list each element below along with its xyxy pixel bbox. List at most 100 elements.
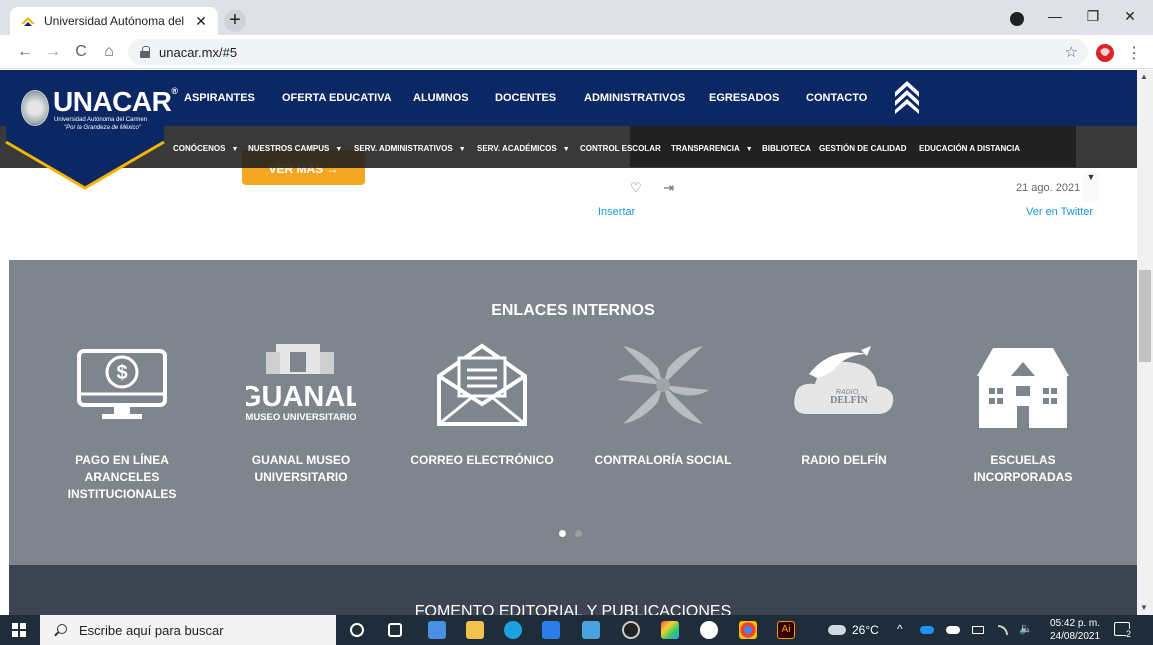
carousel-dot-active[interactable]: [559, 530, 566, 537]
mail-icon[interactable]: [582, 621, 600, 639]
file-explorer-icon[interactable]: [466, 621, 484, 639]
wifi-icon[interactable]: [998, 625, 1008, 635]
svg-text:DELFÍN: DELFÍN: [830, 394, 869, 406]
browser-tabstrip: Universidad Autónoma del Carme ✕ + — ❐ ✕: [0, 0, 1153, 35]
browser-tab[interactable]: Universidad Autónoma del Carme ✕: [10, 7, 218, 35]
enlaces-internos-section: ENLACES INTERNOS $ GUANAL MUSEO UNIVERSI…: [9, 260, 1137, 565]
nav-contacto[interactable]: CONTACTO: [806, 92, 867, 104]
nav-egresados[interactable]: EGRESADOS: [709, 92, 779, 104]
dropdown-caret-icon: ▼: [335, 146, 343, 153]
envelope-icon[interactable]: [435, 342, 529, 428]
logo-motto: "Por la Grandeza de México": [64, 125, 141, 131]
maximize-button[interactable]: ❐: [1078, 8, 1108, 25]
scroll-up-icon[interactable]: ▲: [1140, 72, 1148, 81]
subnav-transparencia[interactable]: TRANSPARENCIA ▼: [671, 144, 753, 153]
link-correo-electronico[interactable]: CORREO ELECTRÓNICO: [407, 452, 557, 469]
home-button[interactable]: ⌂: [98, 41, 120, 63]
svg-text:$: $: [116, 362, 127, 384]
taskbar-clock[interactable]: 05:42 p. m. 24/08/2021: [1050, 617, 1100, 643]
browser-menu-icon[interactable]: ⋮: [1126, 43, 1142, 63]
radio-dolphin-icon[interactable]: RADIO DELFÍN: [791, 344, 897, 424]
new-tab-button[interactable]: +: [224, 10, 246, 32]
cortana-icon[interactable]: [350, 623, 364, 637]
nav-docentes[interactable]: DOCENTES: [495, 92, 556, 104]
share-icon[interactable]: ⇥: [663, 180, 674, 195]
close-window-button[interactable]: ✕: [1115, 8, 1145, 25]
notifications-count: 2: [1126, 629, 1132, 639]
tweet-embed-link[interactable]: Insertar: [598, 206, 635, 218]
onedrive-icon[interactable]: [920, 626, 934, 634]
tweet-scroll-down-icon[interactable]: ▼: [1083, 172, 1099, 202]
reload-button[interactable]: C: [70, 41, 92, 63]
link-pago-en-linea[interactable]: PAGO EN LÍNEA ARANCELES INSTITUCIONALES: [47, 452, 197, 503]
illustrator-icon[interactable]: Ai: [777, 621, 795, 639]
unacar-favicon-icon: [21, 17, 35, 26]
school-building-icon[interactable]: [973, 342, 1073, 430]
profile-icon[interactable]: [1010, 12, 1024, 26]
bookmark-star-icon[interactable]: ☆: [1065, 43, 1078, 61]
subnav-conocenos[interactable]: CONÓCENOS ▼: [173, 144, 238, 153]
nav-oferta-educativa[interactable]: OFERTA EDUCATIVA: [282, 92, 392, 104]
dropdown-caret-icon: ▼: [562, 146, 570, 153]
guanal-museum-icon[interactable]: GUANAL MUSEO UNIVERSITARIO: [246, 338, 356, 426]
subnav-control-escolar[interactable]: CONTROL ESCOLAR: [580, 144, 661, 153]
url-text[interactable]: unacar.mx/#5: [159, 45, 237, 60]
subnav-serv-academicos[interactable]: SERV. ACADÉMICOS ▼: [477, 144, 570, 153]
link-guanal-museo[interactable]: GUANAL MUSEO UNIVERSITARIO: [226, 452, 376, 486]
carousel-dot[interactable]: [575, 530, 582, 537]
task-view-icon[interactable]: [388, 623, 402, 637]
subnav-nuestros-campus[interactable]: NUESTROS CAMPUS ▼: [248, 144, 342, 153]
fomento-section: FOMENTO EDITORIAL Y PUBLICACIONES: [9, 565, 1137, 615]
scroll-thumb[interactable]: [1139, 270, 1151, 362]
subnav-educacion-a-distancia[interactable]: EDUCACIÓN A DISTANCIA: [919, 144, 1020, 153]
svg-text:GUANAL: GUANAL: [246, 381, 356, 413]
payment-monitor-icon[interactable]: $: [74, 346, 170, 426]
back-button[interactable]: ←: [14, 41, 36, 63]
weather-cloud-icon[interactable]: [828, 625, 846, 635]
tab-close-icon[interactable]: ✕: [192, 13, 210, 30]
address-bar[interactable]: unacar.mx/#5 ☆: [128, 39, 1088, 65]
taskbar-search-box[interactable]: Escribe aquí para buscar: [40, 615, 336, 645]
search-placeholder: Escribe aquí para buscar: [79, 622, 224, 638]
logo-text[interactable]: UNACAR®: [53, 86, 178, 118]
subnav-serv-administrativos[interactable]: SERV. ADMINISTRATIVOS ▼: [354, 144, 466, 153]
store-icon[interactable]: [542, 621, 560, 639]
carousel-dots: [559, 524, 591, 542]
battery-icon[interactable]: [972, 626, 984, 634]
search-icon: [54, 623, 67, 637]
camera-app-icon[interactable]: [622, 621, 640, 639]
lock-icon[interactable]: [140, 46, 150, 58]
minimize-button[interactable]: —: [1040, 8, 1070, 24]
pen-app-icon[interactable]: [428, 621, 446, 639]
volume-icon[interactable]: 🔈: [1019, 622, 1033, 635]
photos-app-icon[interactable]: [661, 621, 679, 639]
chevrons-up-icon[interactable]: [893, 78, 921, 114]
edge-icon[interactable]: [504, 621, 522, 639]
logo-subtitle: Universidad Autónoma del Carmen: [54, 117, 148, 123]
dropdown-caret-icon: ▼: [745, 146, 753, 153]
onedrive-personal-icon[interactable]: [946, 626, 960, 634]
nav-administrativos[interactable]: ADMINISTRATIVOS: [584, 92, 685, 104]
forward-button[interactable]: →: [42, 41, 64, 63]
chrome-icon[interactable]: [739, 621, 757, 639]
like-icon[interactable]: ♡: [630, 180, 642, 195]
windows-start-icon[interactable]: [12, 623, 26, 637]
clock-time: 05:42 p. m.: [1050, 618, 1101, 629]
weather-temperature[interactable]: 26°C: [852, 623, 879, 637]
link-contraloria-social[interactable]: CONTRALORÍA SOCIAL: [588, 452, 738, 469]
scroll-down-icon[interactable]: ▼: [1140, 603, 1148, 612]
link-radio-delfin[interactable]: RADIO DELFÍN: [769, 452, 919, 469]
page-scrollbar[interactable]: ▲ ▼: [1137, 70, 1153, 615]
clock-date: 24/08/2021: [1050, 631, 1101, 642]
contraloria-icon[interactable]: [613, 340, 713, 430]
nav-alumnos[interactable]: ALUMNOS: [413, 92, 469, 104]
subnav-biblioteca[interactable]: BIBLIOTECA: [762, 144, 811, 153]
link-escuelas-incorporadas[interactable]: ESCUELAS INCORPORADAS: [948, 452, 1098, 486]
subnav-gestion-de-calidad[interactable]: GESTIÓN DE CALIDAD: [819, 144, 907, 153]
view-on-twitter-link[interactable]: Ver en Twitter: [1026, 206, 1093, 218]
tray-expand-icon[interactable]: ^: [897, 622, 903, 636]
hp-icon[interactable]: [700, 621, 718, 639]
extension-icon[interactable]: [1095, 43, 1115, 63]
nav-aspirantes[interactable]: ASPIRANTES: [184, 92, 255, 104]
page-viewport: VER MÁS → ♡ ⇥ 21 ago. 2021 Insertar Ver …: [0, 70, 1137, 615]
